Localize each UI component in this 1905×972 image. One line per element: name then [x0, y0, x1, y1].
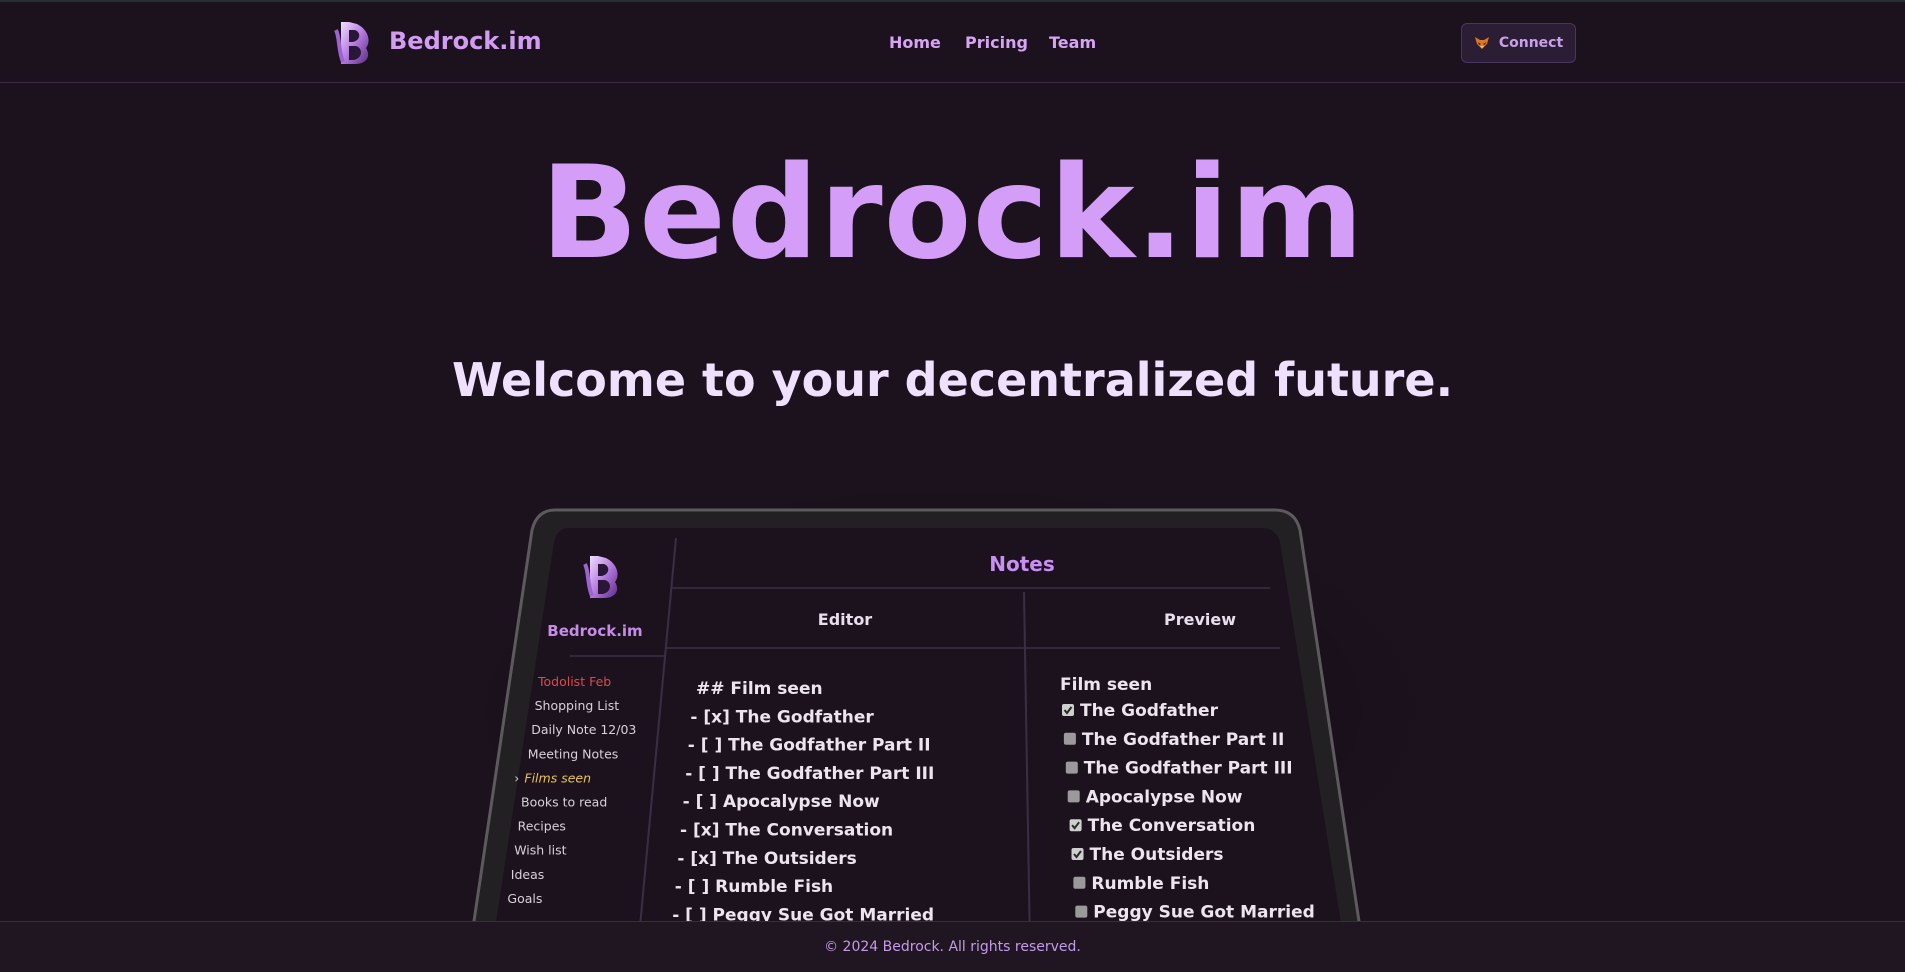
preview-sidebar-item[interactable]: Recipes — [518, 819, 566, 834]
preview-checkbox[interactable] — [1067, 790, 1080, 803]
preview-checkbox[interactable] — [1065, 761, 1078, 774]
preview-sidebar-item[interactable]: Books to read — [521, 795, 607, 810]
preview-sidebar-item[interactable]: Shopping List — [535, 698, 620, 713]
preview-item-label[interactable]: The Godfather — [1080, 701, 1219, 721]
preview-editor-line[interactable]: - [ ] Rumble Fish — [675, 877, 833, 897]
nav-team[interactable]: Team — [1049, 33, 1096, 52]
preview-sidebar-item[interactable]: Goals — [507, 891, 542, 906]
footer-copyright: © 2024 Bedrock. All rights reserved. — [824, 939, 1081, 955]
hero-title: Bedrock.im — [540, 139, 1365, 288]
preview-editor-line[interactable]: - [x] The Conversation — [680, 821, 893, 841]
preview-sidebar-item[interactable]: Meeting Notes — [528, 746, 618, 761]
preview-checkbox[interactable] — [1063, 732, 1076, 745]
preview-sidebar-item[interactable]: Ideas — [511, 867, 544, 882]
nav-home[interactable]: Home — [889, 33, 941, 52]
preview-editor-line[interactable]: - [x] The Outsiders — [677, 849, 856, 869]
fox-icon — [1474, 37, 1489, 49]
preview-panel-title: Notes — [989, 552, 1055, 576]
preview-sidebar-item[interactable]: Daily Note 12/03 — [531, 722, 636, 737]
bedrock-logo-icon[interactable] — [333, 18, 373, 68]
preview-editor-line[interactable]: - [ ] The Godfather Part II — [688, 736, 931, 756]
preview-editor-line[interactable]: - [ ] The Godfather Part III — [685, 764, 934, 784]
preview-item-label[interactable]: The Conversation — [1088, 816, 1256, 836]
preview-checkbox[interactable] — [1062, 704, 1074, 716]
app-preview-mockup: Bedrock.im Notes Editor Preview Todolist… — [470, 508, 1365, 948]
preview-item-label[interactable]: The Godfather Part III — [1084, 759, 1293, 779]
preview-checkbox[interactable] — [1071, 848, 1084, 860]
preview-editor-line[interactable]: ## Film seen — [696, 679, 823, 699]
preview-checkbox[interactable] — [1075, 905, 1088, 918]
preview-preview-label: Preview — [1164, 610, 1236, 629]
preview-sidebar-item[interactable]: Todolist Feb — [537, 674, 611, 689]
preview-checkbox[interactable] — [1069, 819, 1082, 832]
connect-label: Connect — [1498, 35, 1564, 51]
preview-item-label[interactable]: Rumble Fish — [1091, 874, 1209, 894]
preview-item-label[interactable]: The Outsiders — [1090, 845, 1224, 865]
preview-editor-line[interactable]: - [x] The Godfather — [690, 707, 874, 727]
nav-pricing[interactable]: Pricing — [965, 33, 1028, 52]
top-navbar: Bedrock.im Home Pricing Team Connect — [0, 0, 1905, 83]
footer: © 2024 Bedrock. All rights reserved. — [0, 921, 1905, 972]
preview-item-label[interactable]: The Godfather Part II — [1082, 730, 1284, 750]
preview-heading[interactable]: Film seen — [1060, 675, 1152, 695]
connect-button[interactable]: Connect — [1461, 23, 1576, 63]
preview-item-label[interactable]: Peggy Sue Got Married — [1093, 903, 1314, 923]
hero-subtitle: Welcome to your decentralized future. — [451, 353, 1454, 407]
preview-checkbox[interactable] — [1073, 876, 1086, 889]
preview-item-label[interactable]: Apocalypse Now — [1086, 787, 1243, 807]
brand-name[interactable]: Bedrock.im — [389, 27, 542, 55]
preview-brand: Bedrock.im — [547, 622, 642, 640]
preview-sidebar-item[interactable]: Wish list — [514, 843, 566, 858]
chevron-right-icon: › — [514, 771, 519, 785]
preview-editor-label: Editor — [818, 610, 873, 629]
preview-editor-line[interactable]: - [ ] Apocalypse Now — [683, 792, 880, 812]
preview-sidebar-item[interactable]: Films seen — [524, 770, 591, 785]
